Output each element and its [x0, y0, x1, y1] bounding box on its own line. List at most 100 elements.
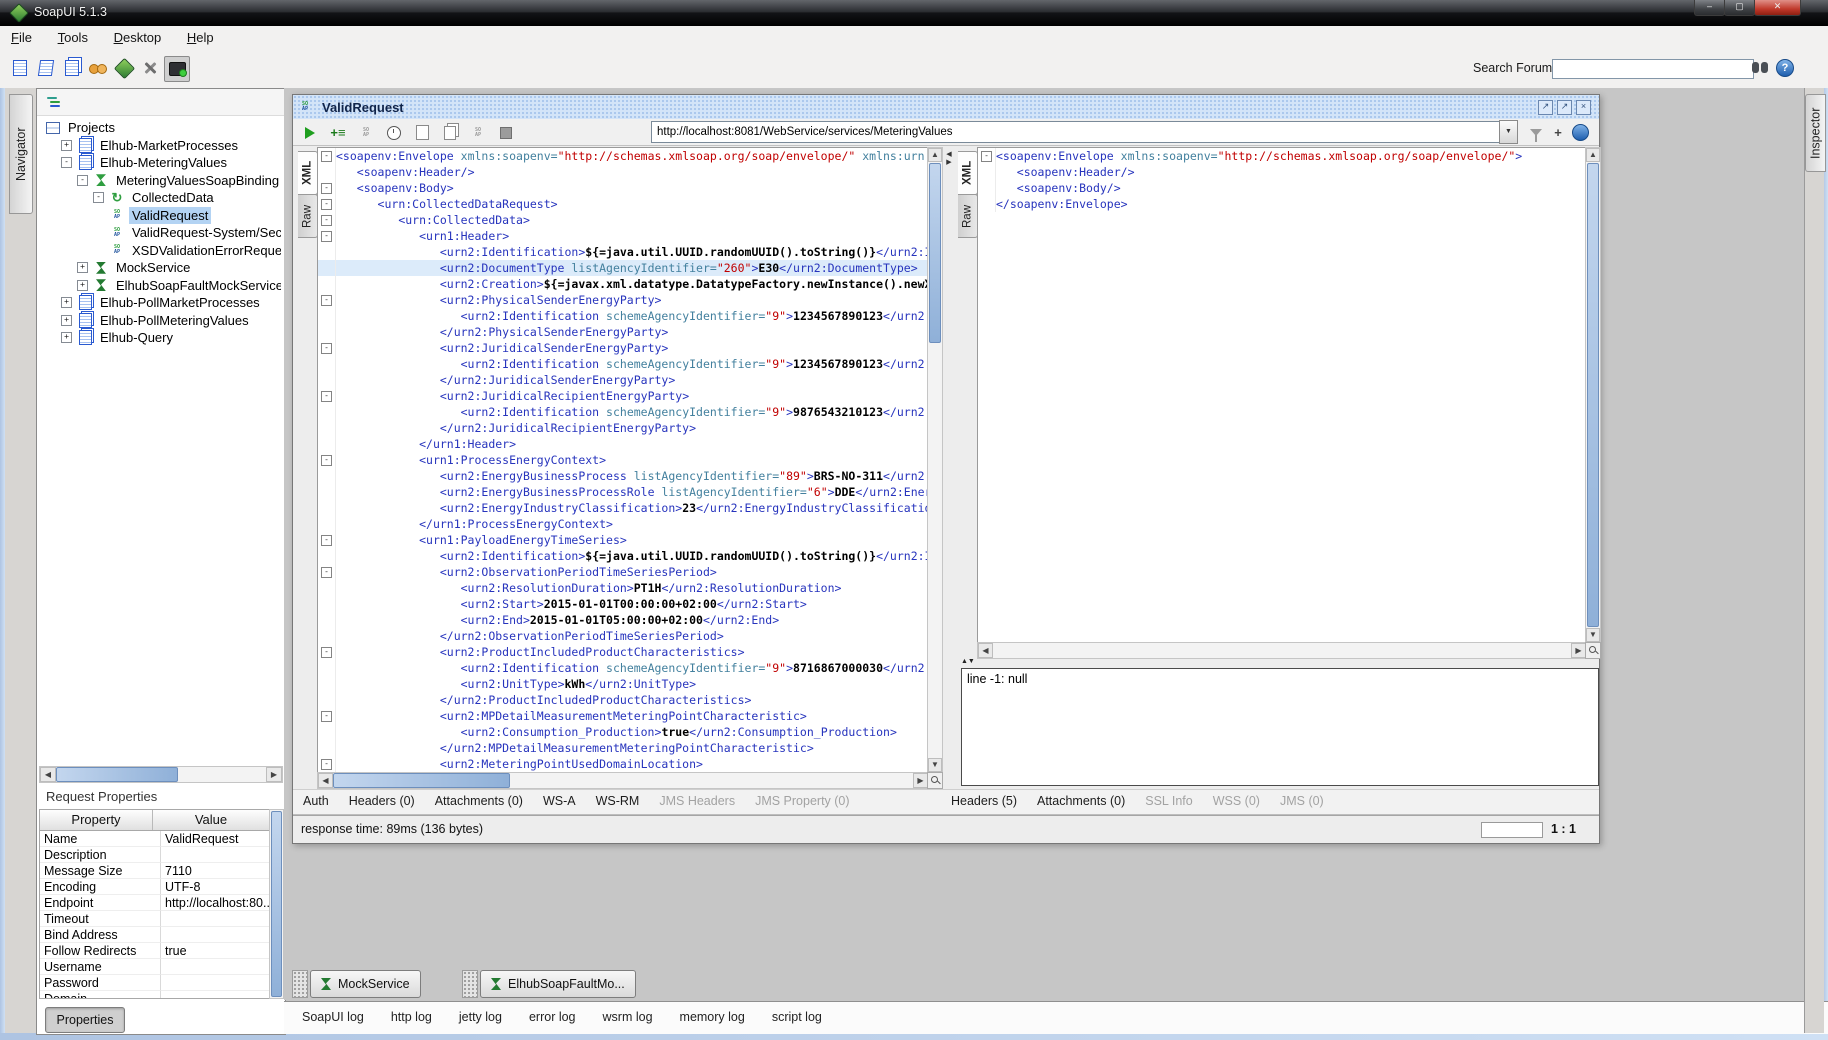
tree-item-validrequest-system-securi[interactable]: SOAPValidRequest-System/Securi — [39, 224, 281, 242]
search-icon[interactable] — [1752, 62, 1768, 73]
property-value-cell[interactable] — [161, 991, 270, 999]
clone-request-icon[interactable]: SOAP — [469, 124, 487, 141]
tree-item-collecteddata[interactable]: -↻CollectedData — [39, 189, 281, 207]
fold-collapse-icon[interactable]: - — [321, 711, 332, 722]
request-xml-tab[interactable]: XML — [298, 151, 318, 195]
tree-item-projects[interactable]: Projects — [39, 119, 281, 137]
fold-collapse-icon[interactable]: - — [321, 199, 332, 210]
property-value-cell[interactable]: 7110 — [161, 863, 270, 879]
code-line[interactable]: <urn2:UnitType>kWh</urn2:UnitType> — [318, 676, 928, 692]
search-forum-input[interactable] — [1552, 59, 1754, 79]
fold-collapse-icon[interactable]: - — [321, 455, 332, 466]
close-window-icon[interactable]: × — [1576, 100, 1591, 115]
request-help-icon[interactable] — [1571, 124, 1589, 141]
code-line[interactable]: <urn2:Start>2015-01-01T00:00:00+02:00</u… — [318, 596, 928, 612]
code-line[interactable]: <urn2:End>2015-01-01T05:00:00+02:00</urn… — [318, 612, 928, 628]
add-endpoint-icon[interactable]: + — [1549, 124, 1567, 141]
code-line[interactable]: <urn2:EnergyBusinessProcessRole listAgen… — [318, 484, 928, 500]
code-line[interactable]: </urn1:ProcessEnergyContext> — [318, 516, 928, 532]
expand-icon[interactable]: + — [77, 262, 88, 273]
scroll-thumb[interactable] — [271, 811, 282, 997]
endpoint-dropdown-icon[interactable]: ▼ — [1499, 120, 1518, 144]
property-value-cell[interactable] — [161, 959, 270, 975]
log-tab-script-log[interactable]: script log — [772, 1002, 822, 1032]
close-button[interactable]: ✕ — [1754, 0, 1801, 16]
tree-item-elhub-query[interactable]: +Elhub-Query — [39, 329, 281, 347]
tab-attachments-0[interactable]: Attachments (0) — [425, 790, 533, 813]
code-line[interactable]: - <soapenv:Body> — [318, 180, 928, 196]
preferences-tools-icon[interactable] — [138, 56, 162, 80]
new-project-icon[interactable] — [8, 56, 32, 80]
code-line[interactable]: - <urn1:PayloadEnergyTimeSeries> — [318, 532, 928, 548]
fold-collapse-icon[interactable]: - — [321, 215, 332, 226]
code-line[interactable]: -<soapenv:Envelope xmlns:soapenv="http:/… — [978, 148, 1586, 164]
response-xml-tab[interactable]: XML — [958, 151, 978, 195]
code-line[interactable]: <urn2:Identification>${=java.util.UUID.r… — [318, 548, 928, 564]
code-line[interactable]: - <urn2:JuridicalRecipientEnergyParty> — [318, 388, 928, 404]
code-line[interactable]: </urn2:ProductIncludedProductCharacteris… — [318, 692, 928, 708]
code-line[interactable]: - <urn2:ObservationPeriodTimeSeriesPerio… — [318, 564, 928, 580]
navigator-tab[interactable]: Navigator — [9, 94, 33, 214]
code-line[interactable]: <urn2:Creation>${=javax.xml.datatype.Dat… — [318, 276, 928, 292]
fold-collapse-icon[interactable]: - — [981, 151, 992, 162]
log-tab-wsrm-log[interactable]: wsrm log — [603, 1002, 653, 1032]
maximize-button[interactable]: ▢ — [1724, 0, 1755, 16]
response-raw-tab[interactable]: Raw — [958, 194, 978, 238]
maximize-icon[interactable]: ↗ — [1557, 100, 1572, 115]
code-line[interactable]: </urn1:Header> — [318, 436, 928, 452]
minimized-elhubsoapfault-window[interactable]: ElhubSoapFaultMo... — [480, 970, 636, 998]
request-xml-editor[interactable]: -<soapenv:Envelope xmlns:soapenv="http:/… — [317, 147, 929, 773]
collapse-icon[interactable]: - — [93, 192, 104, 203]
inspector-tab[interactable]: Inspector — [1805, 94, 1826, 172]
fold-collapse-icon[interactable]: - — [321, 391, 332, 402]
log-splitter-icons[interactable]: ▲▼ — [961, 658, 975, 665]
unmaximize-icon[interactable]: ↗ — [1538, 100, 1553, 115]
soapui-home-icon[interactable] — [112, 56, 136, 80]
menu-tools[interactable]: Tools — [47, 26, 99, 45]
scroll-up-arrow[interactable]: ▲ — [928, 148, 942, 162]
elhubsoapfault-drag-grip[interactable] — [462, 970, 478, 998]
code-line[interactable]: <urn2:Identification>${=java.util.UUID.r… — [318, 244, 928, 260]
response-xml-editor[interactable]: -<soapenv:Envelope xmlns:soapenv="http:/… — [977, 147, 1587, 643]
tree-item-validrequest[interactable]: SOAPValidRequest — [39, 207, 281, 225]
code-line[interactable]: <urn2:ResolutionDuration>PT1H</urn2:Reso… — [318, 580, 928, 596]
property-value-cell[interactable]: UTF-8 — [161, 879, 270, 895]
scroll-down-arrow[interactable]: ▼ — [928, 758, 942, 772]
tree-options-icon[interactable] — [47, 97, 61, 107]
property-value-cell[interactable]: true — [161, 943, 270, 959]
tree-item-elhub-pollmarketprocesses[interactable]: +Elhub-PollMarketProcesses — [39, 294, 281, 312]
property-value-cell[interactable]: ValidRequest — [161, 831, 270, 847]
expand-icon[interactable]: + — [61, 315, 72, 326]
code-line[interactable]: </urn2:MPDetailMeasurementMeteringPointC… — [318, 740, 928, 756]
code-line[interactable]: </soapenv:Envelope> — [978, 196, 1586, 212]
scroll-down-arrow[interactable]: ▼ — [1586, 628, 1600, 642]
forum-users-icon[interactable] — [86, 56, 110, 80]
code-line[interactable]: <urn2:Identification schemeAgencyIdentif… — [318, 308, 928, 324]
expand-icon[interactable]: + — [61, 297, 72, 308]
create-empty-request-icon[interactable]: SOAP — [357, 124, 375, 141]
add-to-testcase-icon[interactable]: +≡ — [329, 124, 347, 141]
scroll-up-arrow[interactable]: ▲ — [1586, 148, 1600, 162]
code-line[interactable]: - <urn2:JuridicalSenderEnergyParty> — [318, 340, 928, 356]
cancel-request-icon[interactable] — [497, 124, 515, 141]
properties-bottom-tab[interactable]: Properties — [45, 1007, 125, 1033]
code-line[interactable]: <soapenv:Header/> — [978, 164, 1586, 180]
code-line[interactable]: </urn2:ObservationPeriodTimeSeriesPeriod… — [318, 628, 928, 644]
scroll-thumb[interactable] — [929, 163, 941, 343]
tree-item-elhub-pollmeteringvalues[interactable]: +Elhub-PollMeteringValues — [39, 312, 281, 330]
scroll-left-arrow[interactable]: ◀ — [318, 773, 333, 788]
fold-collapse-icon[interactable]: - — [321, 231, 332, 242]
proxy-server-icon[interactable] — [164, 56, 190, 82]
code-line[interactable]: - <urn1:ProcessEnergyContext> — [318, 452, 928, 468]
help-icon[interactable]: ? — [1776, 59, 1794, 77]
tree-item-meteringvaluessoapbinding[interactable]: -MeteringValuesSoapBinding — [39, 172, 281, 190]
mockservice-drag-grip[interactable] — [292, 970, 308, 998]
log-tab-jetty-log[interactable]: jetty log — [459, 1002, 502, 1032]
tree-item-xsdvalidationerrorrequest[interactable]: SOAPXSDValidationErrorRequest — [39, 242, 281, 260]
log-tab-memory-log[interactable]: memory log — [680, 1002, 745, 1032]
property-value-cell[interactable]: http://localhost:80... — [161, 895, 270, 911]
code-line[interactable]: - <urn2:MPDetailMeasurementMeteringPoint… — [318, 708, 928, 724]
minimize-button[interactable]: – — [1694, 0, 1725, 16]
code-line[interactable]: <urn2:Consumption_Production>true</urn2:… — [318, 724, 928, 740]
code-line[interactable]: <urn2:Identification schemeAgencyIdentif… — [318, 356, 928, 372]
